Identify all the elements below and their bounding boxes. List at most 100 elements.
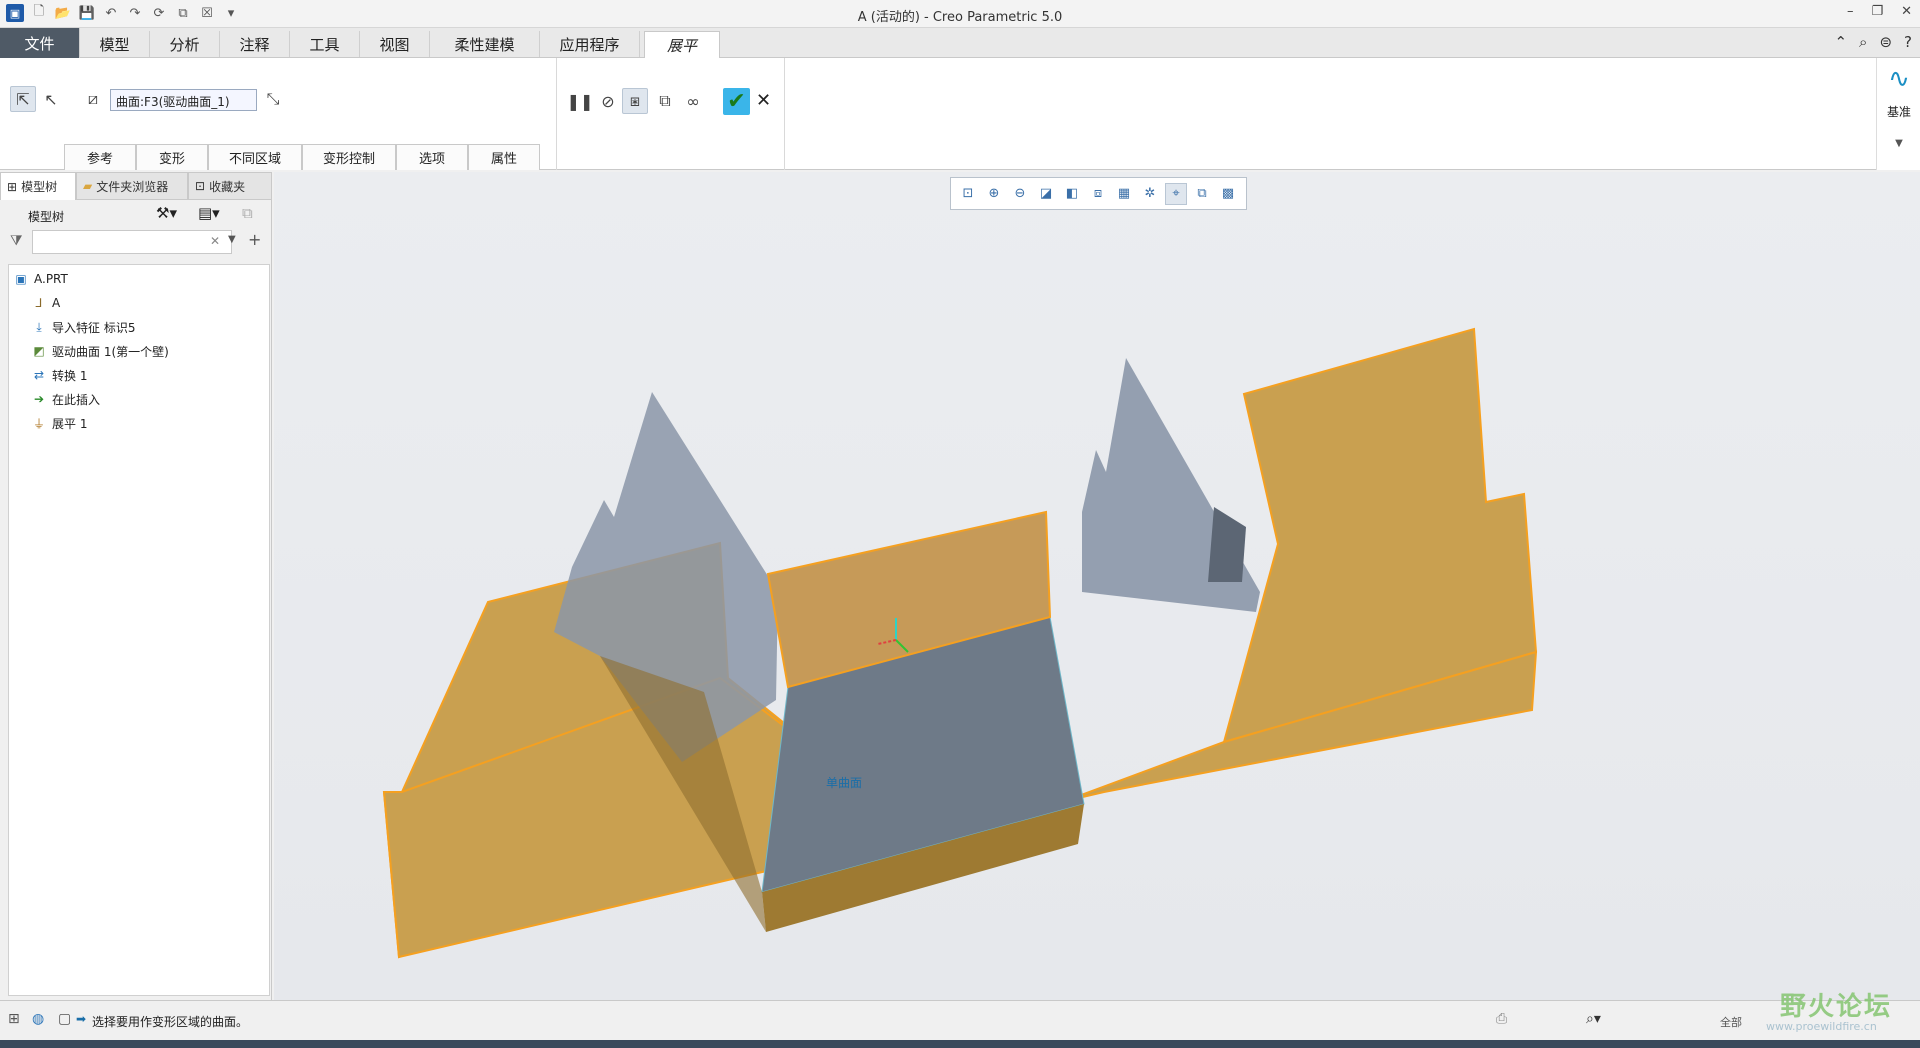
tree-search-row: ⧩ ✕ ▼ + — [8, 230, 270, 256]
menubar-right-icons: ⌃ ⌕ ⊜ ? — [1834, 33, 1912, 51]
spin-center-icon[interactable]: ⧉ — [1191, 183, 1213, 205]
folder-icon: ▰ — [83, 179, 93, 193]
tab-model[interactable]: 模型 — [80, 31, 150, 57]
tree-filter-items-icon[interactable]: ⧉ — [242, 204, 253, 222]
tree-item-flatten[interactable]: ⏚ 展平 1 — [31, 413, 87, 433]
zoom-out-icon[interactable]: ⊖ — [1009, 183, 1031, 205]
datum-display-icon[interactable]: ✲ — [1139, 183, 1161, 205]
tab-favorites[interactable]: ⊡ 收藏夹 — [188, 172, 272, 200]
tab-flatten[interactable]: 展平 — [644, 31, 720, 59]
tab-view[interactable]: 视图 — [360, 31, 430, 57]
model-tree: ▣ A.PRT ⅃ A ⤓ 导入特征 标识5 ◩ 驱动曲面 1(第一个壁) ⇄ … — [8, 264, 270, 996]
refit-icon[interactable]: ⊡ — [957, 183, 979, 205]
flip-direction-icon[interactable]: ⤡ — [260, 86, 286, 112]
watermark-url: www.proewildfire.cn — [1766, 1020, 1877, 1033]
graphics-toolbar: ⊡ ⊕ ⊖ ◪ ◧ ⧈ ▦ ✲ ⌖ ⧉ ▩ — [950, 177, 1247, 210]
subtab-deform-control[interactable]: 变形控制 — [302, 144, 396, 170]
browser-toggle-icon[interactable]: ◍ — [32, 1011, 44, 1027]
verify-glasses-icon[interactable]: ∞ — [680, 88, 706, 114]
driving-surface-icon: ◩ — [33, 344, 45, 358]
title-bar: ▣ 🗋 📂 💾 ↶ ↷ ⟳ ⧉ ☒ ▾ A (活动的) - Creo Param… — [0, 0, 1920, 28]
navigator-panel: ⊞ 模型树 ▰ 文件夹浏览器 ⊡ 收藏夹 模型树 ⚒▾ ▤▾ ⧉ ⧩ ✕ ▼ +… — [0, 172, 272, 1000]
search-dropdown-icon[interactable]: ▼ — [228, 234, 236, 245]
subtab-properties[interactable]: 属性 — [468, 144, 540, 170]
cancel-x-button[interactable]: ✕ — [756, 90, 771, 111]
driving-surface-field[interactable]: 曲面:F3(驱动曲面_1) — [110, 89, 257, 111]
part-icon: ▣ — [15, 272, 27, 286]
tree-item-csys[interactable]: ⅃ A — [31, 293, 61, 313]
flatten-icon: ⏚ — [32, 416, 45, 431]
coordinate-system-icon: ⅃ — [35, 296, 43, 310]
model-tree-icon: ⊞ — [7, 179, 18, 194]
model-tree-title: 模型树 — [28, 210, 65, 224]
window-title: A (活动的) - Creo Parametric 5.0 — [857, 10, 1063, 25]
ok-checkmark-button[interactable]: ✔ — [723, 88, 750, 115]
window-controls: – ❐ ✕ — [1847, 4, 1912, 19]
navigator-tabs: ⊞ 模型树 ▰ 文件夹浏览器 ⊡ 收藏夹 — [0, 172, 272, 200]
insert-here-arrow-icon: ➔ — [33, 392, 45, 406]
part-wall-right-shade[interactable] — [1208, 507, 1246, 582]
add-filter-icon[interactable]: + — [248, 230, 261, 249]
subtab-references[interactable]: 参考 — [64, 144, 136, 170]
tab-annotate[interactable]: 注释 — [220, 31, 290, 57]
ribbon-subtabs: 参考 变形 不同区域 变形控制 选项 属性 — [64, 144, 540, 170]
tree-item-driving-surface[interactable]: ◩ 驱动曲面 1(第一个壁) — [31, 341, 169, 361]
minimize-icon[interactable]: – — [1847, 4, 1854, 19]
zoom-in-icon[interactable]: ⊕ — [983, 183, 1005, 205]
fullscreen-icon[interactable]: ▢ — [58, 1011, 71, 1027]
datum-group[interactable]: ∿ 基准 ▼ — [1876, 58, 1920, 170]
repaint-icon[interactable]: ◪ — [1035, 183, 1057, 205]
detached-preview-icon[interactable]: ⧉ — [652, 88, 678, 114]
message-arrow-icon: ➡ — [76, 1012, 87, 1026]
navigator-toggle-icon[interactable]: ⊞ — [8, 1011, 20, 1027]
no-preview-icon[interactable]: ⊘ — [595, 88, 621, 114]
tab-flexible-modeling[interactable]: 柔性建模 — [430, 31, 540, 57]
pause-icon[interactable]: ❚❚ — [567, 88, 594, 114]
import-feature-icon: ⤓ — [36, 319, 42, 334]
status-bar: ⊞ ◍ ▢ ➡ 选择要用作变形区域的曲面。 ⎙ ⌕▾ — [0, 1000, 1920, 1040]
tab-applications[interactable]: 应用程序 — [540, 31, 640, 57]
smart-select-icon[interactable]: ⇱ — [10, 86, 36, 112]
datum-label: 基准 — [1886, 105, 1911, 119]
restore-icon[interactable]: ❐ — [1871, 4, 1883, 19]
model-graphics — [382, 327, 1538, 959]
transform-icon: ⇄ — [33, 368, 45, 382]
tab-tools[interactable]: 工具 — [290, 31, 360, 57]
tab-analysis[interactable]: 分析 — [150, 31, 220, 57]
datum-dropdown-icon[interactable]: ▼ — [1877, 138, 1920, 149]
tree-settings-icon[interactable]: ⚒▾ — [156, 204, 177, 222]
subtab-options[interactable]: 选项 — [396, 144, 468, 170]
community-icon[interactable]: ⊜ — [1879, 33, 1892, 51]
tree-item-insert-here[interactable]: ➔ 在此插入 — [31, 389, 100, 409]
attached-preview-icon[interactable]: ⧆ — [622, 88, 648, 114]
regen-status-icon[interactable]: ⎙ — [1496, 1011, 1507, 1027]
perspective-icon[interactable]: ▩ — [1217, 183, 1239, 205]
tree-item-import-feature[interactable]: ⤓ 导入特征 标识5 — [31, 317, 135, 337]
tree-search-input[interactable] — [32, 230, 232, 254]
favorites-icon: ⊡ — [195, 179, 206, 193]
clear-search-icon[interactable]: ✕ — [210, 234, 220, 248]
tree-item-transform[interactable]: ⇄ 转换 1 — [31, 365, 87, 385]
tab-model-tree[interactable]: ⊞ 模型树 — [0, 172, 76, 200]
tab-file[interactable]: 文件 — [0, 28, 80, 58]
tree-columns-icon[interactable]: ▤▾ — [198, 204, 220, 222]
watermark-brand: 野火论坛 — [1780, 992, 1893, 1022]
view-manager-icon[interactable]: ▦ — [1113, 183, 1135, 205]
subtab-different-regions[interactable]: 不同区域 — [208, 144, 302, 170]
filter-icon: ⧩ — [10, 233, 23, 249]
tab-folder-browser[interactable]: ▰ 文件夹浏览器 — [76, 172, 188, 200]
annotation-display-icon[interactable]: ⌖ — [1165, 182, 1187, 205]
surface-label: 单曲面 — [826, 776, 863, 790]
saved-orientations-icon[interactable]: ⧈ — [1087, 183, 1109, 205]
help-icon[interactable]: ? — [1904, 33, 1912, 51]
graphics-viewport[interactable]: 单曲面 — [274, 172, 1920, 1000]
display-style-icon[interactable]: ◧ — [1061, 183, 1083, 205]
minimize-ribbon-icon[interactable]: ⌃ — [1834, 33, 1847, 51]
subtab-deform[interactable]: 变形 — [136, 144, 208, 170]
datum-curve-icon[interactable]: ∿ — [1877, 64, 1920, 94]
tree-item-part[interactable]: ▣ A.PRT — [13, 269, 68, 289]
pointer-icon[interactable]: ↖ — [38, 86, 64, 112]
find-icon[interactable]: ⌕▾ — [1586, 1011, 1601, 1027]
close-icon[interactable]: ✕ — [1901, 4, 1912, 19]
search-icon[interactable]: ⌕ — [1859, 33, 1867, 51]
